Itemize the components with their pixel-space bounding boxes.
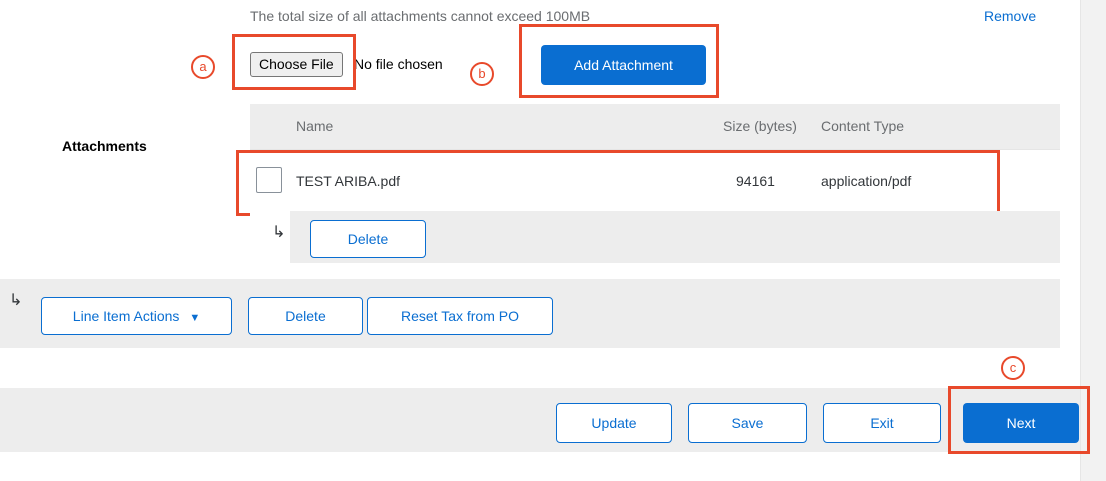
column-header-name: Name xyxy=(296,118,334,134)
exit-button[interactable]: Exit xyxy=(823,403,941,443)
delete-attachment-button[interactable]: Delete xyxy=(310,220,426,258)
attachments-table-header xyxy=(250,104,1060,149)
attachments-section-label: Attachments xyxy=(62,138,147,154)
attachment-size-note: The total size of all attachments cannot… xyxy=(250,8,591,24)
column-header-content-type: Content Type xyxy=(821,118,905,134)
line-item-actions-label: Line Item Actions xyxy=(72,308,180,324)
remove-link[interactable]: Remove xyxy=(984,8,1036,24)
callout-box-c xyxy=(948,386,1090,454)
delete-line-item-button[interactable]: Delete xyxy=(248,297,363,335)
callout-box-b xyxy=(519,24,719,98)
update-button[interactable]: Update xyxy=(556,403,672,443)
sub-arrow-icon: ↳ xyxy=(272,224,286,241)
column-header-size: Size (bytes) xyxy=(723,118,797,134)
no-file-chosen-text: No file chosen xyxy=(354,56,443,72)
save-button[interactable]: Save xyxy=(688,403,807,443)
line-arrow-icon: ↳ xyxy=(9,292,23,309)
callout-marker-c: c xyxy=(1001,356,1025,380)
reset-tax-button[interactable]: Reset Tax from PO xyxy=(367,297,553,335)
callout-box-attachment-row xyxy=(236,150,1000,216)
callout-box-a xyxy=(232,34,356,90)
callout-marker-b: b xyxy=(470,62,494,86)
callout-marker-a: a xyxy=(191,55,215,79)
chevron-down-icon: ▼ xyxy=(189,312,201,324)
line-item-actions-dropdown[interactable]: Line Item Actions ▼ xyxy=(41,297,232,335)
